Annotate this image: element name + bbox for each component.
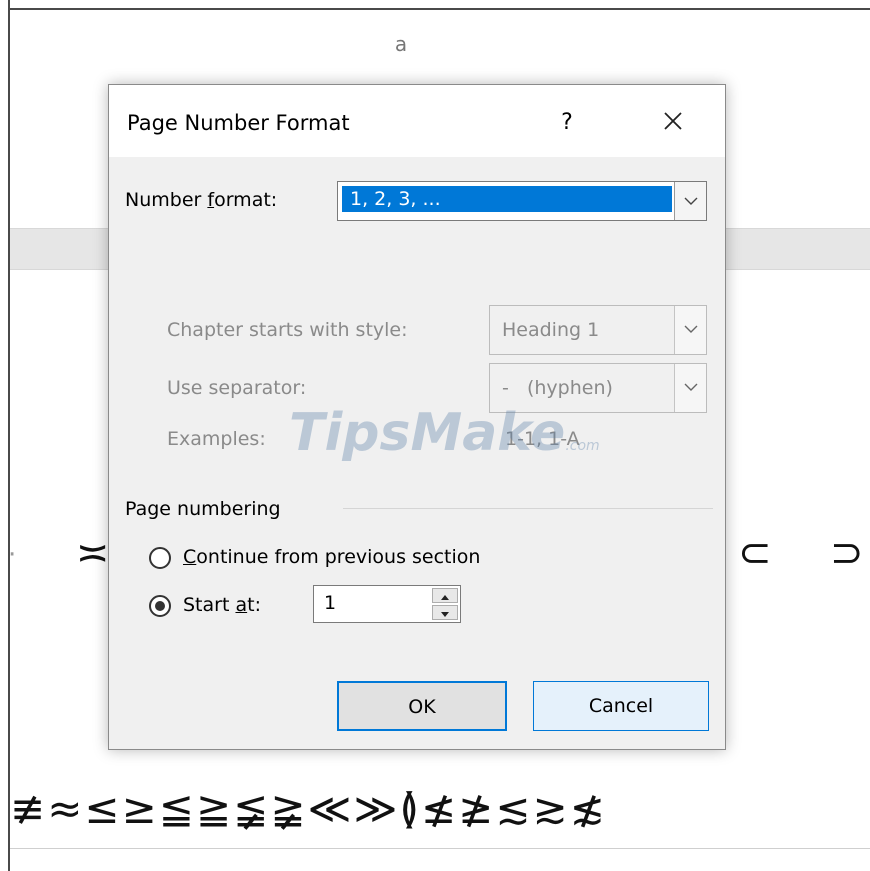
chapter-style-select[interactable]: Heading 1	[489, 305, 707, 355]
spinner-down-button[interactable]	[432, 605, 458, 620]
separator-dropdown-arrow[interactable]	[674, 364, 706, 412]
continue-label[interactable]: Continue from previous section	[183, 546, 480, 568]
start-at-label-post: t:	[247, 594, 261, 616]
continue-label-rest: ontinue from previous section	[196, 546, 481, 568]
watermark-logo: TipsMake.com	[289, 403, 600, 463]
dialog-titlebar: Page Number Format ?	[109, 85, 725, 157]
cancel-button[interactable]: Cancel	[533, 681, 709, 731]
close-icon	[664, 112, 682, 130]
document-letter: a	[394, 32, 408, 56]
help-button[interactable]: ?	[547, 103, 587, 143]
chevron-down-icon	[684, 325, 698, 333]
ok-button[interactable]: OK	[337, 681, 507, 731]
separator-value: - (hyphen)	[502, 377, 613, 399]
number-format-label: Number format:	[125, 189, 277, 211]
continue-radio[interactable]	[149, 547, 171, 569]
group-divider	[343, 508, 713, 509]
start-at-spinner[interactable]: 1	[313, 585, 461, 623]
watermark-text: TipsMake	[289, 403, 566, 463]
symbol-row[interactable]: ≢≈≤≥≦≧≨≩≪≫≬≰≱≲≳≴	[10, 784, 870, 844]
window-border-top	[8, 8, 870, 10]
close-button[interactable]	[653, 101, 693, 141]
start-at-accesskey: a	[235, 594, 248, 616]
divider	[10, 848, 870, 849]
symbol-equivalent[interactable]: ≍	[76, 530, 110, 576]
spinner-buttons	[432, 588, 458, 620]
continue-accesskey: C	[183, 546, 197, 568]
number-format-select[interactable]: 1, 2, 3, ...	[337, 181, 707, 221]
page-number-format-dialog: Page Number Format ? Number format: 1, 2…	[108, 84, 726, 750]
separator-label: Use separator:	[167, 377, 307, 399]
dialog-title: Page Number Format	[127, 111, 350, 135]
start-at-radio[interactable]	[149, 595, 171, 617]
number-format-label-post: ormat:	[214, 189, 278, 211]
window-border-left	[8, 0, 10, 871]
number-format-dropdown-arrow[interactable]	[674, 182, 706, 220]
chevron-down-icon	[684, 383, 698, 391]
chapter-style-value: Heading 1	[502, 319, 600, 341]
chapter-style-label: Chapter starts with style:	[167, 319, 408, 341]
chevron-down-icon	[684, 197, 698, 205]
number-format-label-pre: Number	[125, 189, 208, 211]
start-at-value[interactable]: 1	[324, 592, 336, 614]
start-at-label[interactable]: Start at:	[183, 594, 261, 616]
spinner-up-button[interactable]	[432, 588, 458, 603]
radio-selected-dot	[155, 601, 165, 611]
symbol-partial: ·	[8, 540, 17, 570]
triangle-down-icon	[441, 612, 449, 617]
number-format-value: 1, 2, 3, ...	[342, 186, 672, 212]
page-numbering-heading: Page numbering	[125, 498, 281, 520]
watermark-suffix: .com	[565, 438, 600, 454]
triangle-up-icon	[441, 595, 449, 600]
symbol-subset[interactable]: ⊂	[738, 530, 772, 576]
examples-label: Examples:	[167, 428, 266, 450]
start-at-label-pre: Start	[183, 594, 236, 616]
chapter-style-dropdown-arrow[interactable]	[674, 306, 706, 354]
symbol-superset[interactable]: ⊃	[830, 530, 864, 576]
